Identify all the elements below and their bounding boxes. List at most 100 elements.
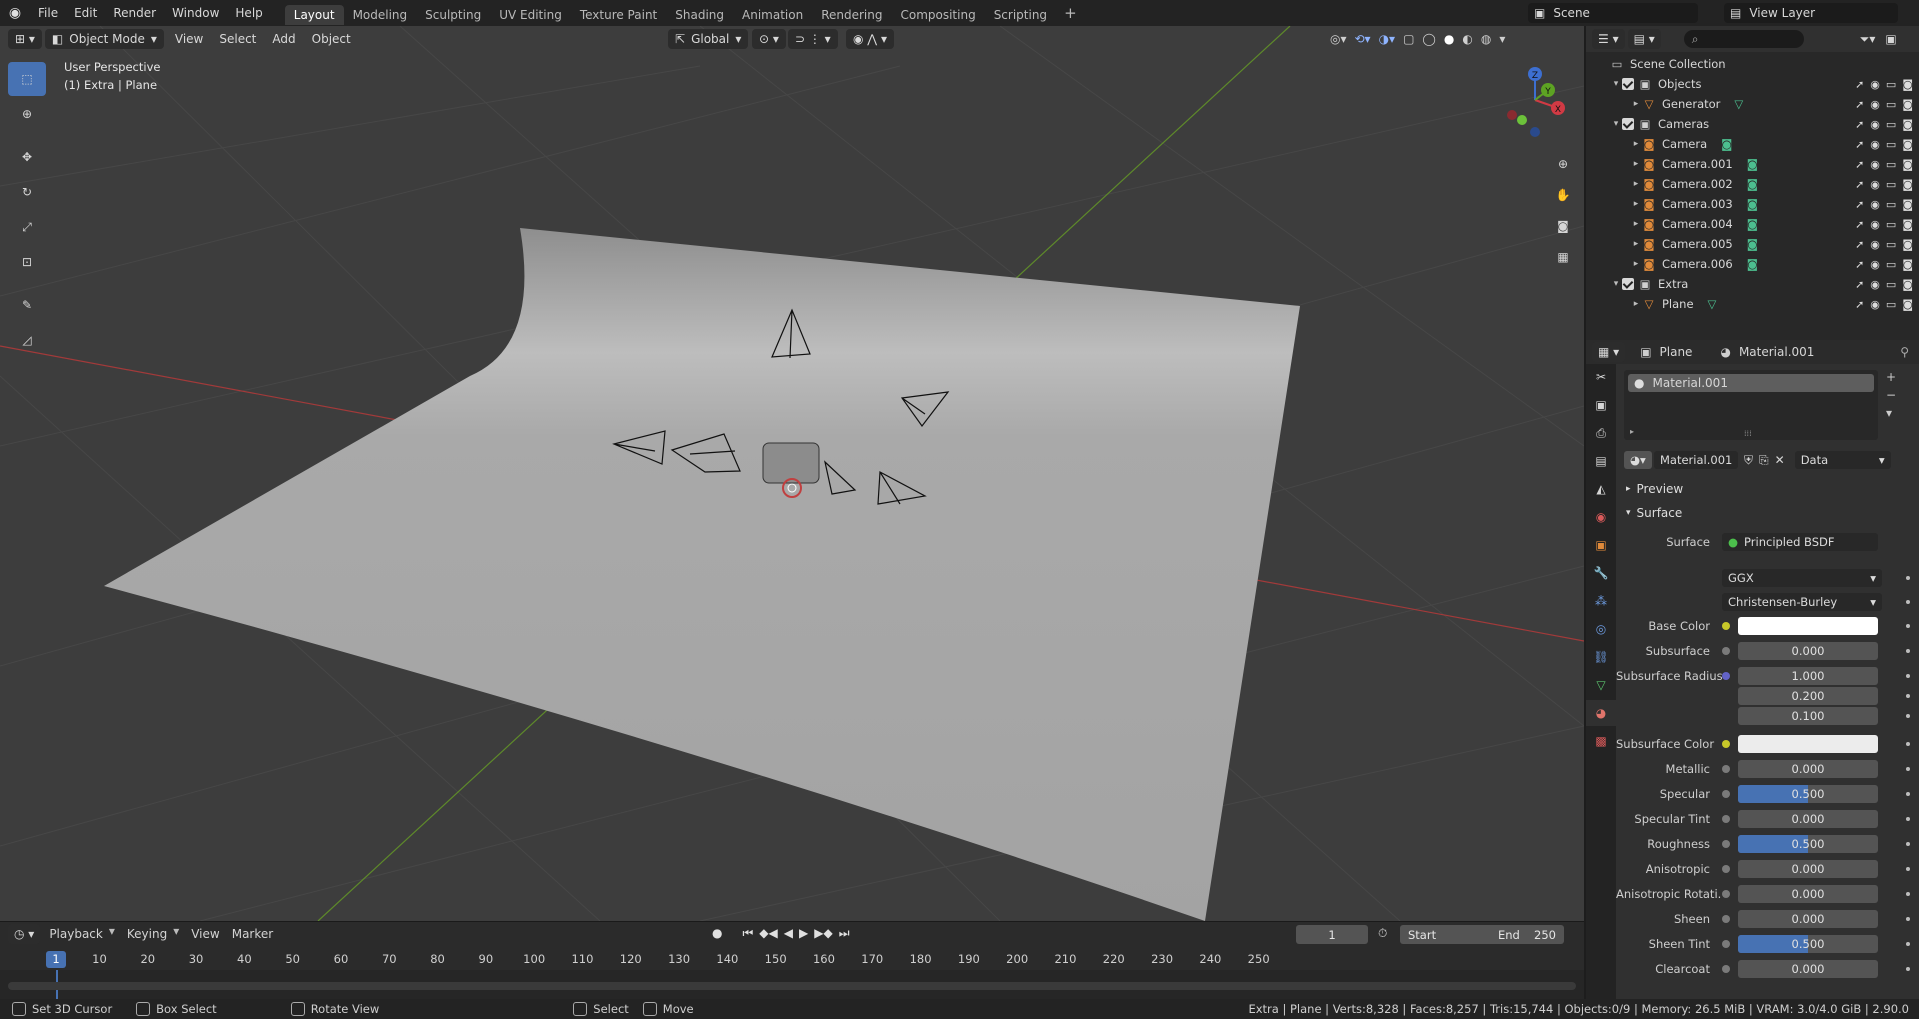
- measure-tool[interactable]: ◿: [8, 323, 46, 357]
- snap-button[interactable]: ⊃ ⋮ ▾: [788, 29, 838, 49]
- value-slider[interactable]: 0.000: [1738, 885, 1878, 903]
- scale-tool[interactable]: ⤢: [8, 210, 46, 244]
- eye-icon[interactable]: ◉: [1870, 258, 1880, 271]
- render-camera-icon[interactable]: ◙: [1902, 198, 1913, 211]
- end-frame-field[interactable]: End 250: [1490, 925, 1564, 944]
- expand-arrow-icon[interactable]: ▸: [1630, 219, 1642, 229]
- timeline-menu-playback[interactable]: Playback: [43, 924, 109, 944]
- eye-icon[interactable]: ◉: [1870, 98, 1880, 111]
- tab-sculpting[interactable]: Sculpting: [416, 5, 490, 25]
- monitor-icon[interactable]: ▭: [1886, 118, 1896, 131]
- play-icon[interactable]: ▶: [799, 926, 808, 941]
- render-camera-icon[interactable]: ◙: [1902, 98, 1913, 111]
- timeline-menu-view[interactable]: View: [185, 924, 225, 944]
- next-keyframe-icon[interactable]: ▶◆: [814, 926, 832, 941]
- timeline-menu-marker[interactable]: Marker: [226, 924, 279, 944]
- view-layer-selector[interactable]: ▤ View Layer: [1724, 3, 1898, 23]
- eye-icon[interactable]: ◉: [1870, 178, 1880, 191]
- value-slider[interactable]: 0.000: [1738, 960, 1878, 978]
- monitor-icon[interactable]: ▭: [1886, 178, 1896, 191]
- add-workspace-button[interactable]: +: [1056, 4, 1085, 22]
- properties-editor-type-button[interactable]: ▦ ▾: [1592, 342, 1626, 362]
- solid-shading-icon[interactable]: ●: [1444, 32, 1454, 46]
- neg-z-handle[interactable]: [1530, 127, 1540, 137]
- tab-compositing[interactable]: Compositing: [891, 5, 984, 25]
- outliner-row-plane[interactable]: ▸ ▽ Plane ▽ ➚ ◉ ▭ ◙: [1586, 294, 1919, 314]
- unlink-material-icon[interactable]: ✕: [1775, 453, 1785, 467]
- keyframe-dot[interactable]: [1906, 600, 1910, 604]
- eye-icon[interactable]: ◉: [1870, 118, 1880, 131]
- keyframe-dot[interactable]: [1906, 674, 1910, 678]
- keyframe-dot[interactable]: [1906, 576, 1910, 580]
- wireframe-shading-icon[interactable]: ◯: [1422, 32, 1435, 46]
- tab-constraints[interactable]: ⛓: [1586, 644, 1616, 670]
- shading-options-icon[interactable]: ▾: [1499, 32, 1505, 46]
- render-camera-icon[interactable]: ◙: [1902, 278, 1913, 291]
- selectable-arrow-icon[interactable]: ➚: [1855, 198, 1864, 211]
- cursor-tool[interactable]: ⊕: [8, 97, 46, 131]
- stopwatch-icon[interactable]: ⏱: [1378, 926, 1387, 941]
- value-slider[interactable]: 0.500: [1738, 835, 1878, 853]
- tab-uv-editing[interactable]: UV Editing: [490, 5, 571, 25]
- camera-data-icon[interactable]: ◙: [1747, 257, 1758, 271]
- render-camera-icon[interactable]: ◙: [1902, 298, 1913, 311]
- jump-start-icon[interactable]: ⏮: [742, 926, 753, 941]
- slot-menu-icon[interactable]: ▾: [1886, 406, 1896, 420]
- socket-dot-icon[interactable]: [1722, 890, 1730, 898]
- transform-tool[interactable]: ⊡: [8, 245, 46, 279]
- exclude-checkbox[interactable]: [1622, 78, 1634, 90]
- monitor-icon[interactable]: ▭: [1886, 278, 1896, 291]
- current-frame-marker[interactable]: 1: [46, 951, 66, 968]
- backdrop-plane[interactable]: [104, 228, 1300, 921]
- move-tool[interactable]: ✥: [8, 140, 46, 174]
- pivot-point-button[interactable]: ⊙ ▾: [752, 29, 786, 49]
- render-camera-icon[interactable]: ◙: [1902, 178, 1913, 191]
- keyframe-dot[interactable]: [1906, 694, 1910, 698]
- socket-dot-icon[interactable]: [1722, 672, 1730, 680]
- prev-keyframe-icon[interactable]: ◆◀: [759, 926, 777, 941]
- tab-animation[interactable]: Animation: [733, 5, 812, 25]
- mode-selector[interactable]: ◧ Object Mode ▾: [44, 29, 164, 49]
- tab-data[interactable]: ▽: [1586, 672, 1616, 698]
- expand-arrow-icon[interactable]: ▸: [1630, 199, 1642, 209]
- surface-shader-selector[interactable]: ● Principled BSDF: [1722, 533, 1878, 551]
- camera-data-icon[interactable]: ◙: [1747, 177, 1758, 191]
- filter-icon[interactable]: ⏷▾: [1860, 32, 1876, 47]
- pin-icon[interactable]: ⚲: [1900, 345, 1909, 359]
- tab-modifiers[interactable]: 🔧: [1586, 560, 1616, 586]
- collapse-arrow-icon[interactable]: ▾: [1610, 119, 1622, 129]
- expand-arrow-icon[interactable]: ▸: [1630, 259, 1642, 269]
- selectable-arrow-icon[interactable]: ➚: [1855, 238, 1864, 251]
- pan-button[interactable]: ✋: [1550, 182, 1576, 208]
- record-icon[interactable]: ●: [712, 926, 722, 941]
- render-camera-icon[interactable]: ◙: [1902, 218, 1913, 231]
- socket-dot-icon[interactable]: [1722, 740, 1730, 748]
- socket-dot-icon[interactable]: [1722, 915, 1730, 923]
- value-slider[interactable]: 0.000: [1738, 860, 1878, 878]
- keyframe-dot[interactable]: [1906, 917, 1910, 921]
- value-slider[interactable]: 1.000: [1738, 667, 1878, 685]
- remove-slot-icon[interactable]: −: [1886, 388, 1896, 402]
- fake-user-icon[interactable]: ⛨: [1744, 453, 1753, 468]
- proportional-edit-button[interactable]: ◉ ⋀ ▾: [846, 29, 894, 49]
- subsurface-method-dropdown[interactable]: Christensen-Burley ▾: [1722, 593, 1882, 611]
- outliner-row-generator[interactable]: ▸ ▽ Generator ▽ ➚ ◉ ▭ ◙: [1586, 94, 1919, 114]
- tab-scene[interactable]: ◭: [1586, 476, 1616, 502]
- generator-object[interactable]: [762, 442, 820, 484]
- render-camera-icon[interactable]: ◙: [1902, 118, 1913, 131]
- keyframe-dot[interactable]: [1906, 714, 1910, 718]
- menu-help[interactable]: Help: [227, 0, 270, 26]
- value-slider[interactable]: 0.000: [1738, 910, 1878, 928]
- link-dropdown[interactable]: Data ▾: [1794, 451, 1891, 469]
- camera-data-icon[interactable]: ◙: [1747, 217, 1758, 231]
- tab-world[interactable]: ◉: [1586, 504, 1616, 530]
- mesh-data-icon[interactable]: ▽: [1734, 97, 1743, 111]
- tab-render[interactable]: ▣: [1586, 392, 1616, 418]
- expand-arrow-icon[interactable]: ▸: [1630, 139, 1642, 149]
- tab-texture-paint[interactable]: Texture Paint: [571, 5, 666, 25]
- eye-icon[interactable]: ◉: [1870, 298, 1880, 311]
- value-slider[interactable]: 0.000: [1738, 760, 1878, 778]
- viewport-menu-object[interactable]: Object: [304, 29, 359, 49]
- 3d-viewport[interactable]: ⊞ ▾ ◧ Object Mode ▾ View Select Add Object …: [0, 26, 1584, 921]
- tab-modeling[interactable]: Modeling: [344, 5, 417, 25]
